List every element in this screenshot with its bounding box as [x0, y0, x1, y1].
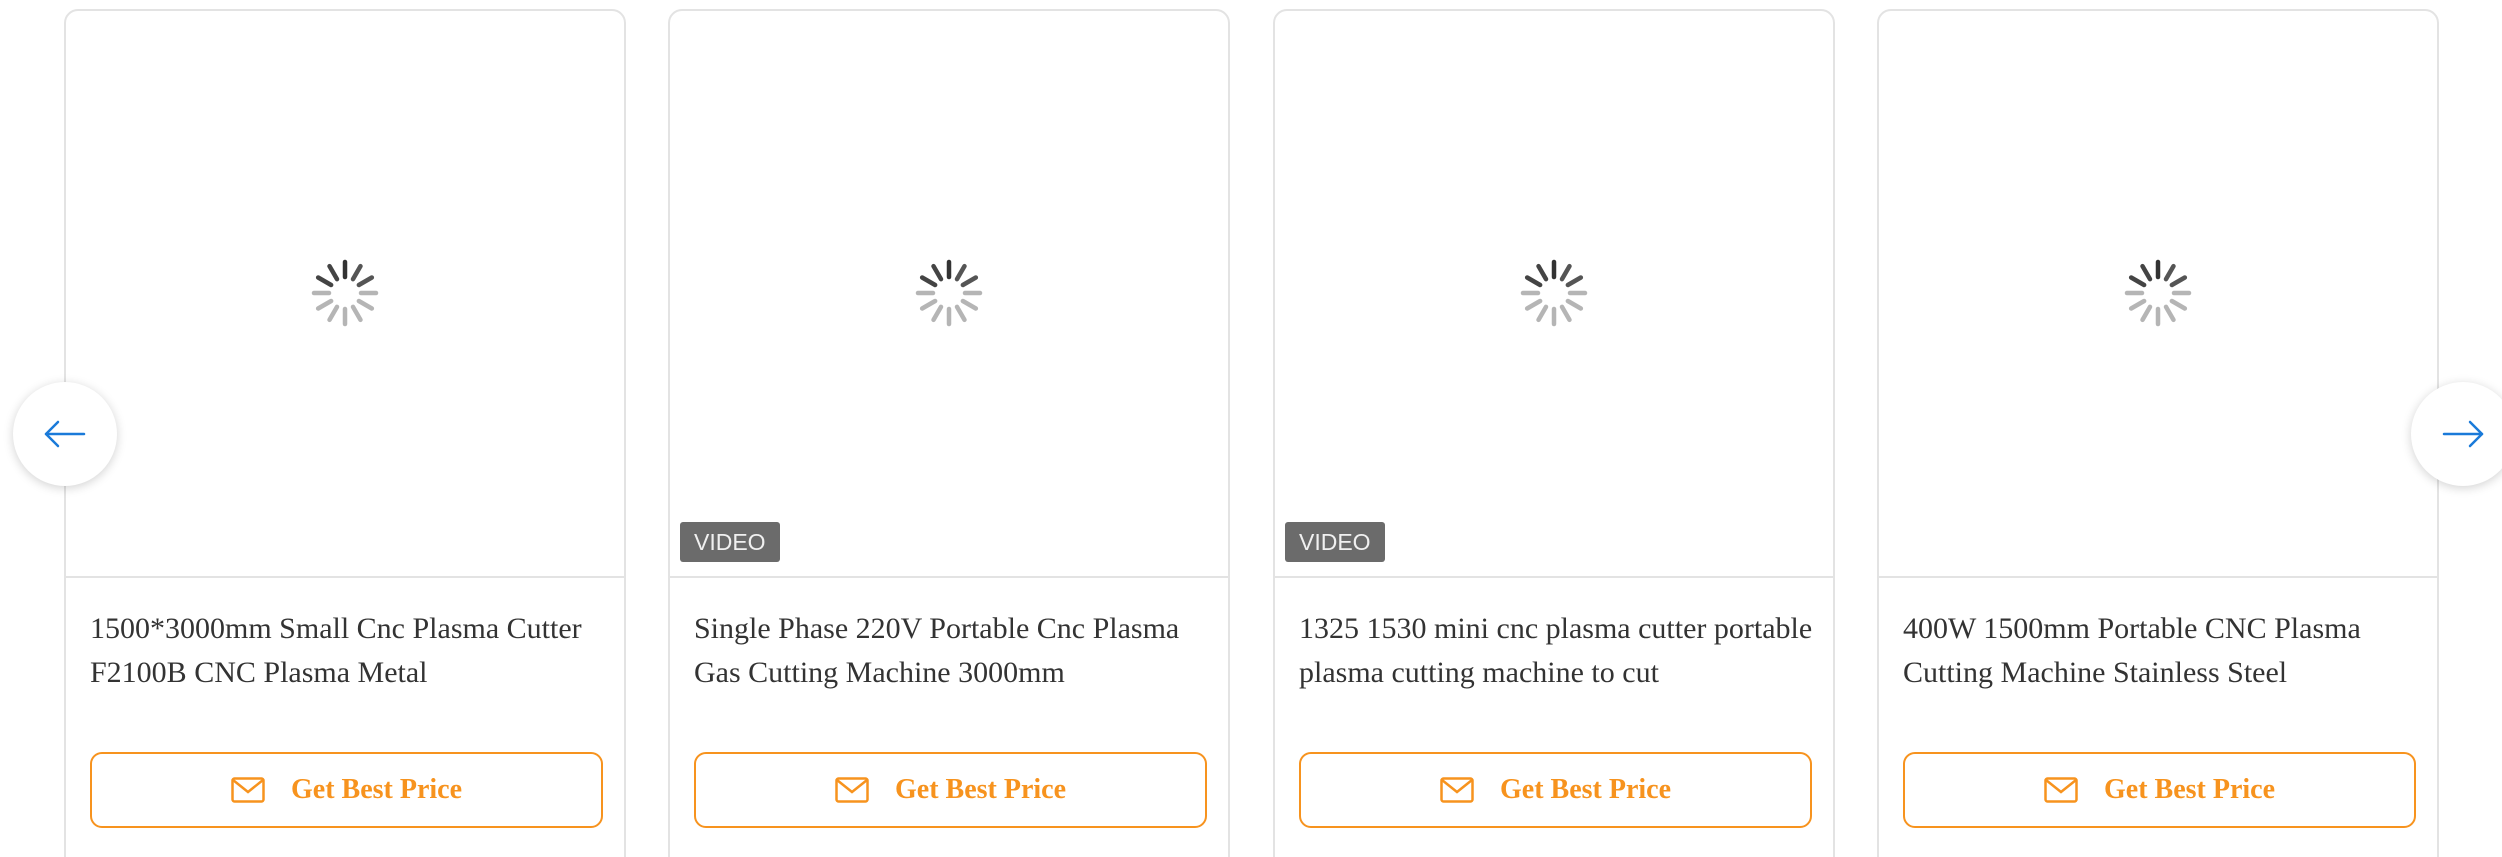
spinner-tick: [2140, 263, 2153, 282]
spinner-tick: [315, 298, 334, 311]
product-image-placeholder[interactable]: [66, 11, 624, 578]
spinner-tick: [960, 298, 979, 311]
mail-icon: [2044, 777, 2078, 803]
product-card[interactable]: 400W 1500mm Portable CNC Plasma Cutting …: [1877, 9, 2439, 857]
spinner-tick: [356, 298, 375, 311]
arrow-left-icon: [44, 420, 86, 448]
video-badge: VIDEO: [1285, 522, 1385, 562]
product-title[interactable]: 1325 1530 mini cnc plasma cutter portabl…: [1299, 607, 1819, 699]
spinner-tick: [2169, 275, 2188, 288]
product-carousel: 1500*3000mm Small Cnc Plasma Cutter F210…: [0, 0, 2502, 857]
spinner-tick: [1536, 304, 1549, 323]
button-label: Get Best Price: [290, 774, 463, 805]
spinner-tick: [1524, 275, 1543, 288]
get-best-price-button[interactable]: Get Best Price: [1299, 752, 1812, 828]
product-card[interactable]: VIDEO Single Phase 220V Portable Cnc Pla…: [668, 9, 1230, 857]
spinner-tick: [960, 275, 979, 288]
spinner-tick: [1524, 298, 1543, 311]
product-card[interactable]: 1500*3000mm Small Cnc Plasma Cutter F210…: [64, 9, 626, 857]
spinner-tick: [327, 304, 340, 323]
carousel-prev-button[interactable]: [13, 382, 117, 486]
product-title[interactable]: 400W 1500mm Portable CNC Plasma Cutting …: [1903, 607, 2423, 699]
spinner-tick: [954, 263, 967, 282]
spinner-tick: [2128, 298, 2147, 311]
loading-spinner-icon: [311, 259, 379, 327]
arrow-right-icon: [2442, 420, 2484, 448]
spinner-tick: [327, 263, 340, 282]
spinner-tick: [2163, 263, 2176, 282]
mail-icon: [231, 777, 265, 803]
spinner-tick: [919, 275, 938, 288]
product-card[interactable]: VIDEO 1325 1530 mini cnc plasma cutter p…: [1273, 9, 1835, 857]
get-best-price-button[interactable]: Get Best Price: [90, 752, 603, 828]
loading-spinner-icon: [1520, 259, 1588, 327]
get-best-price-button[interactable]: Get Best Price: [1903, 752, 2416, 828]
spinner-tick: [931, 304, 944, 323]
spinner-tick: [2128, 275, 2147, 288]
spinner-tick: [1559, 263, 1572, 282]
product-image-placeholder[interactable]: VIDEO: [1275, 11, 1833, 578]
spinner-tick: [1565, 298, 1584, 311]
spinner-tick: [919, 298, 938, 311]
button-label: Get Best Price: [2103, 774, 2276, 805]
spinner-tick: [2140, 304, 2153, 323]
mail-icon: [835, 777, 869, 803]
loading-spinner-icon: [915, 259, 983, 327]
spinner-tick: [350, 263, 363, 282]
product-title[interactable]: Single Phase 220V Portable Cnc Plasma Ga…: [694, 607, 1214, 699]
spinner-tick: [2169, 298, 2188, 311]
loading-spinner-icon: [2124, 259, 2192, 327]
spinner-tick: [350, 304, 363, 323]
get-best-price-button[interactable]: Get Best Price: [694, 752, 1207, 828]
spinner-tick: [931, 263, 944, 282]
spinner-tick: [356, 275, 375, 288]
spinner-tick: [1559, 304, 1572, 323]
spinner-tick: [1536, 263, 1549, 282]
product-image-placeholder[interactable]: VIDEO: [670, 11, 1228, 578]
spinner-tick: [315, 275, 334, 288]
button-label: Get Best Price: [894, 774, 1067, 805]
spinner-tick: [1565, 275, 1584, 288]
video-badge: VIDEO: [680, 522, 780, 562]
button-label: Get Best Price: [1499, 774, 1672, 805]
spinner-tick: [954, 304, 967, 323]
mail-icon: [1440, 777, 1474, 803]
product-image-placeholder[interactable]: [1879, 11, 2437, 578]
spinner-tick: [2163, 304, 2176, 323]
product-title[interactable]: 1500*3000mm Small Cnc Plasma Cutter F210…: [90, 607, 610, 699]
